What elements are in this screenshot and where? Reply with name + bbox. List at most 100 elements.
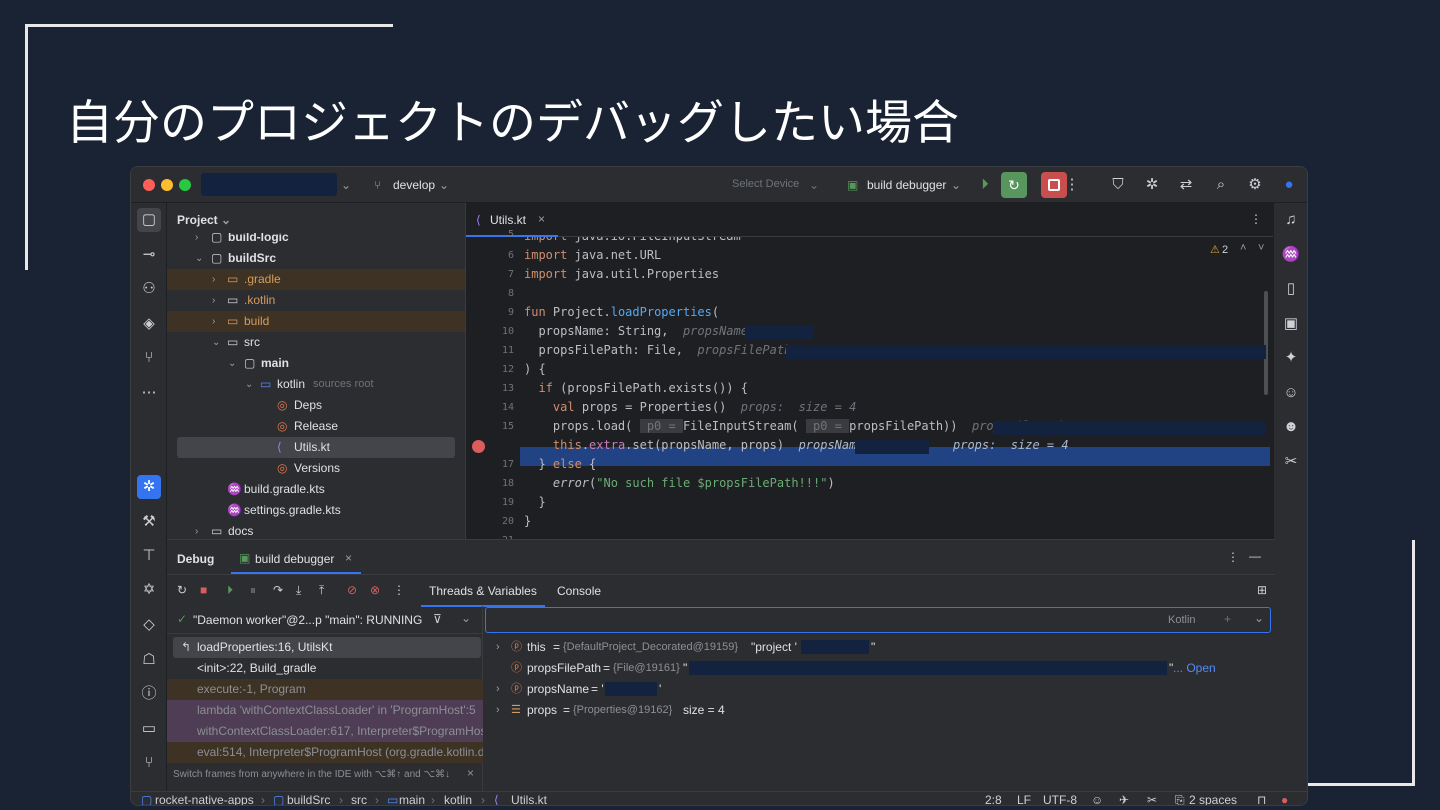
minimize-icon[interactable]: —	[1249, 549, 1261, 563]
debug-attach-icon[interactable]: ✲	[1142, 175, 1162, 195]
breadcrumb-item[interactable]: kotlin	[444, 792, 472, 805]
rerun-icon[interactable]: ↻	[177, 583, 187, 597]
tab-console[interactable]: Console	[551, 575, 621, 607]
sync-icon[interactable]: ⇄	[1176, 175, 1196, 195]
debug-bug-icon[interactable]: ✲	[137, 475, 161, 499]
project-folder-icon[interactable]: ▢	[137, 208, 161, 232]
frame-row[interactable]: <init>:22, Build_gradle	[167, 658, 483, 679]
close-tab-icon[interactable]: ×	[345, 551, 352, 565]
copilot-icon[interactable]: ☺	[1279, 381, 1303, 405]
tree-item-build-gradle-kts[interactable]: ♒ build.gradle.kts	[167, 479, 465, 500]
settings-gear-icon[interactable]: ⚙	[1245, 175, 1265, 195]
file-encoding[interactable]: UTF-8	[1043, 792, 1077, 805]
running-devices-icon[interactable]: ▣	[1279, 312, 1303, 336]
frame-row[interactable]: execute:-1, Program	[167, 679, 483, 700]
tree-item-src[interactable]: ⌄ ▭ src	[167, 332, 465, 353]
zoom-window-button[interactable]	[179, 179, 191, 191]
pause-icon[interactable]: ⏸	[250, 583, 256, 598]
tree-item-main[interactable]: ⌄ ▢ main	[167, 353, 465, 374]
add-watch-icon[interactable]: +	[1224, 612, 1231, 626]
step-over-icon[interactable]: ↷	[273, 583, 283, 597]
resume-icon[interactable]: ⏵	[227, 583, 233, 598]
notifications-bell-icon[interactable]: ♫	[1279, 208, 1303, 232]
open-link[interactable]: ... Open	[1173, 658, 1216, 679]
run-config-selector[interactable]: build debugger	[867, 178, 946, 192]
close-window-button[interactable]	[143, 179, 155, 191]
layout-icon[interactable]: ⊞	[1257, 583, 1267, 597]
line-separator[interactable]: LF	[1017, 792, 1031, 805]
gradle-elephant-icon[interactable]: ♒	[1279, 243, 1303, 267]
profiler-icon[interactable]: ⛉	[1108, 175, 1128, 195]
breadcrumb-item[interactable]: Utils.kt	[511, 792, 547, 805]
lock-icon[interactable]: ⊓	[1257, 792, 1266, 805]
account-avatar-icon[interactable]: ●	[1279, 175, 1299, 195]
pull-requests-icon[interactable]: ⑂	[137, 346, 161, 370]
expand-arrow-icon[interactable]: ›	[496, 637, 500, 658]
error-icon[interactable]: ●	[1281, 792, 1288, 805]
chevron-down-icon[interactable]: ⌄	[1254, 611, 1264, 625]
language-selector[interactable]: Kotlin	[1168, 614, 1196, 626]
more-tools-icon[interactable]: ⋯	[137, 381, 161, 405]
tree-item-utils-kt[interactable]: ⟨ Utils.kt	[177, 437, 455, 458]
device-manager-icon[interactable]: ▯	[1279, 277, 1303, 301]
problems-icon[interactable]: ⓘ	[137, 682, 161, 706]
minimize-window-button[interactable]	[161, 179, 173, 191]
chevron-down-icon[interactable]: ⌄	[461, 611, 471, 625]
expand-arrow-icon[interactable]: ›	[496, 700, 500, 721]
breadcrumb-item[interactable]: rocket-native-apps	[155, 792, 254, 805]
filter-icon[interactable]: ⊽	[433, 612, 442, 626]
caret-position[interactable]: 2:8	[985, 792, 1002, 805]
tree-item-build-logic[interactable]: › ▢ build-logic	[167, 233, 465, 248]
tree-item-buildsrc[interactable]: ⌄ ▢ buildSrc	[167, 248, 465, 269]
test-icon[interactable]: ⊤	[137, 544, 161, 568]
gem-icon[interactable]: ◇	[137, 613, 161, 637]
tree-item-release[interactable]: ◎ Release	[167, 416, 465, 437]
breadcrumb-item[interactable]: src	[351, 792, 367, 805]
stop-icon[interactable]: ■	[200, 583, 207, 597]
structure-icon[interactable]: ⚇	[137, 277, 161, 301]
tree-item-build[interactable]: › ▭ build	[167, 311, 465, 332]
step-into-icon[interactable]: ⤓	[296, 583, 301, 598]
more-icon[interactable]: ⋮	[1062, 175, 1082, 195]
tree-item-settings-gradle-kts[interactable]: ♒ settings.gradle.kts	[167, 500, 465, 521]
view-breakpoints-icon[interactable]: ⊘	[347, 583, 357, 597]
chevron-down-icon[interactable]: ⌄	[809, 178, 819, 192]
ai-assistant-sparkle-icon[interactable]: ✦	[1279, 346, 1303, 370]
app-quality-icon[interactable]: ✂	[1279, 450, 1303, 474]
close-hint-icon[interactable]: ×	[467, 766, 474, 780]
power-save-icon[interactable]: ✈	[1119, 792, 1129, 805]
evaluate-expression-input[interactable]: Kotlin + ⌄	[485, 607, 1271, 633]
search-icon[interactable]: ⌕	[1211, 175, 1231, 195]
project-selector[interactable]	[201, 173, 337, 196]
copilot-chat-icon[interactable]: ☻	[1279, 415, 1303, 439]
close-tab-icon[interactable]: ×	[538, 212, 545, 226]
terminal-icon[interactable]: ▭	[137, 717, 161, 741]
git-icon[interactable]: ⑂	[137, 751, 161, 775]
tree-item-deps[interactable]: ◎ Deps	[167, 395, 465, 416]
rerun-button[interactable]: ↻	[1001, 172, 1027, 198]
frame-row[interactable]: withContextClassLoader:617, Interpreter$…	[167, 721, 483, 742]
chevron-down-icon[interactable]: ⌄	[951, 178, 961, 192]
breadcrumb-item[interactable]: buildSrc	[287, 792, 330, 805]
expand-arrow-icon[interactable]: ›	[496, 679, 500, 700]
tree-item-kotlin-source-root[interactable]: ⌄ ▭ kotlin sources root	[167, 374, 465, 395]
frame-row[interactable]: lambda 'withContextClassLoader' in 'Prog…	[167, 700, 483, 721]
resume-icon[interactable]: ⏵	[975, 175, 995, 195]
tab-build-debugger[interactable]: ▣ build debugger ×	[231, 540, 361, 574]
chevron-down-icon[interactable]: ⌄	[341, 178, 351, 192]
tree-item-gradle[interactable]: › ▭ .gradle	[167, 269, 465, 290]
more-icon[interactable]: ⋮	[393, 583, 405, 597]
resource-manager-icon[interactable]: ◈	[137, 312, 161, 336]
mute-breakpoints-icon[interactable]: ⊗	[370, 583, 380, 597]
logcat-icon[interactable]: ☖	[137, 648, 161, 672]
tree-item-versions[interactable]: ◎ Versions	[167, 458, 465, 479]
tree-item-kotlin-dir[interactable]: › ▭ .kotlin	[167, 290, 465, 311]
branch-selector[interactable]: develop	[393, 178, 435, 192]
project-panel-header[interactable]: Project ⌄	[177, 213, 231, 227]
tab-threads-variables[interactable]: Threads & Variables	[421, 575, 545, 607]
build-tools-icon[interactable]: ⚒	[137, 510, 161, 534]
device-selector[interactable]: Select Device	[732, 178, 799, 190]
more-icon[interactable]: ⋮	[1250, 212, 1262, 226]
frame-row[interactable]: ↰ loadProperties:16, UtilsKt	[173, 637, 481, 658]
copilot-status-icon[interactable]: ☺	[1091, 792, 1103, 805]
